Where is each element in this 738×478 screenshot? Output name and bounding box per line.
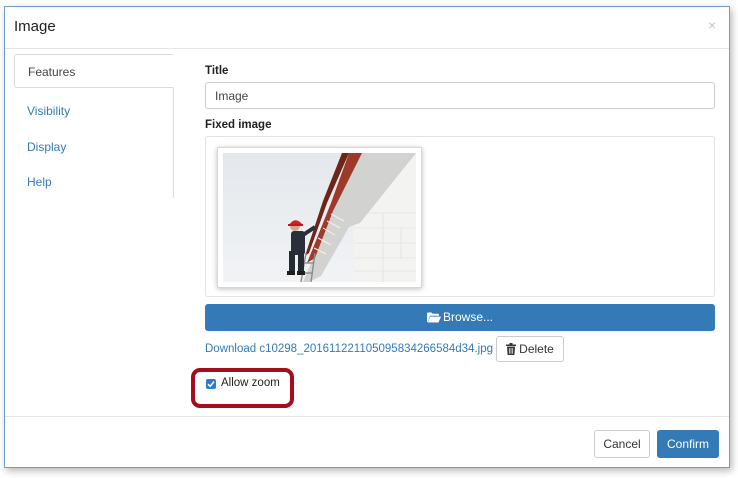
side-tabs: Features Visibility Display Help <box>14 54 174 199</box>
check-icon <box>207 381 215 388</box>
dialog-header: Image × <box>5 7 729 49</box>
browse-label: Browse... <box>442 310 493 324</box>
cancel-label: Cancel <box>603 437 641 451</box>
tab-visibility-label: Visibility <box>27 104 71 118</box>
close-icon[interactable]: × <box>708 17 716 33</box>
download-image-link[interactable]: Download c10298_20161122110509583426​658… <box>205 343 493 355</box>
image-dialog: Image × Features Visibility Display Help… <box>4 6 730 468</box>
delete-button[interactable]: Delete <box>496 336 564 362</box>
tab-features[interactable]: Features <box>14 54 174 88</box>
browse-button[interactable]: Browse... <box>205 304 715 331</box>
image-thumbnail <box>217 147 422 288</box>
title-label: Title <box>205 65 229 77</box>
fixed-image-preview <box>205 136 715 297</box>
tab-display-label: Display <box>27 140 67 154</box>
dialog-title: Image <box>14 18 56 35</box>
allow-zoom-label[interactable]: Allow zoom <box>221 377 280 389</box>
tab-display[interactable]: Display <box>14 130 172 164</box>
footer-divider <box>5 416 729 417</box>
tab-visibility[interactable]: Visibility <box>14 94 172 128</box>
trash-icon <box>506 343 517 355</box>
delete-label: Delete <box>519 342 554 356</box>
tab-help[interactable]: Help <box>14 165 172 199</box>
cancel-button[interactable]: Cancel <box>594 430 650 458</box>
tab-features-label: Features <box>28 65 76 79</box>
tab-help-label: Help <box>27 175 52 189</box>
confirm-button[interactable]: Confirm <box>657 430 719 458</box>
fixed-image-label: Fixed image <box>205 119 272 131</box>
allow-zoom-checkbox[interactable] <box>206 379 216 389</box>
confirm-label: Confirm <box>666 437 709 451</box>
photo-worker-on-ladder <box>223 153 416 282</box>
folder-open-icon <box>426 312 441 323</box>
title-input[interactable] <box>205 82 715 109</box>
